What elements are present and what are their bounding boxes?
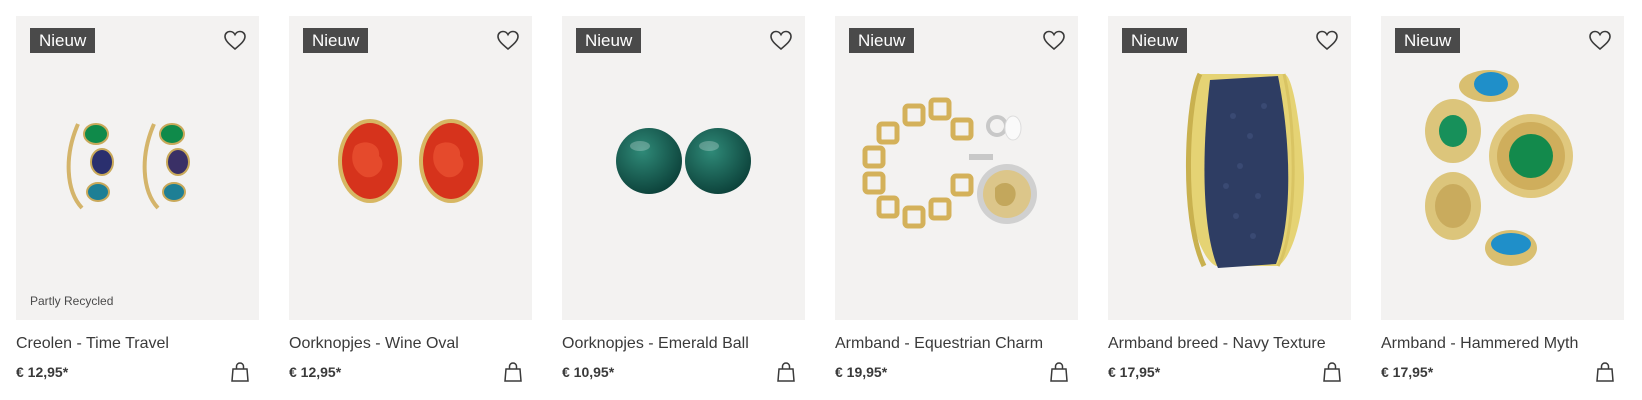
product-name[interactable]: Oorknopjes - Emerald Ball xyxy=(562,333,805,355)
heart-icon[interactable] xyxy=(1315,28,1339,52)
product-image xyxy=(66,123,190,210)
product-price: € 12,95* xyxy=(289,364,342,380)
heart-icon[interactable] xyxy=(496,28,520,52)
price-row: € 17,95* xyxy=(1381,361,1624,383)
product-image xyxy=(1425,70,1573,266)
shopping-bag-icon[interactable] xyxy=(1048,361,1070,383)
product-card[interactable]: Nieuw Partly Recycled Creolen - Time Tra… xyxy=(16,16,259,383)
new-badge: Nieuw xyxy=(30,28,96,53)
new-badge: Nieuw xyxy=(1122,28,1188,53)
product-name[interactable]: Armband - Hammered Myth xyxy=(1381,333,1624,355)
product-image-area[interactable]: Nieuw xyxy=(1381,16,1624,320)
product-price: € 10,95* xyxy=(562,364,615,380)
heart-icon[interactable] xyxy=(223,28,247,52)
price-row: € 12,95* xyxy=(16,361,259,383)
shopping-bag-icon[interactable] xyxy=(229,361,251,383)
shopping-bag-icon[interactable] xyxy=(1594,361,1616,383)
product-image xyxy=(862,97,1037,229)
product-image-area[interactable]: Nieuw xyxy=(1108,16,1351,320)
product-card[interactable]: Nieuw Oorknopjes - Emerald Ball € 10,95* xyxy=(562,16,805,383)
product-card[interactable]: Nieuw Oorknopjes - Wine Oval € 12,95* xyxy=(289,16,532,383)
product-image xyxy=(616,128,751,194)
product-card[interactable]: Nieuw Armband breed - Navy Texture € 17,… xyxy=(1108,16,1351,383)
product-name[interactable]: Creolen - Time Travel xyxy=(16,333,259,355)
new-badge: Nieuw xyxy=(1395,28,1461,53)
product-grid: Nieuw Partly Recycled Creolen - Time Tra… xyxy=(16,16,1624,383)
product-name[interactable]: Oorknopjes - Wine Oval xyxy=(289,333,532,355)
shopping-bag-icon[interactable] xyxy=(775,361,797,383)
product-image-area[interactable]: Nieuw xyxy=(835,16,1078,320)
price-row: € 17,95* xyxy=(1108,361,1351,383)
product-image xyxy=(338,119,483,203)
price-row: € 10,95* xyxy=(562,361,805,383)
shopping-bag-icon[interactable] xyxy=(502,361,524,383)
heart-icon[interactable] xyxy=(769,28,793,52)
product-image-area[interactable]: Nieuw Partly Recycled xyxy=(16,16,259,320)
product-name[interactable]: Armband breed - Navy Texture xyxy=(1108,333,1351,355)
sustainability-tag: Partly Recycled xyxy=(30,294,114,308)
shopping-bag-icon[interactable] xyxy=(1321,361,1343,383)
heart-icon[interactable] xyxy=(1042,28,1066,52)
product-image-area[interactable]: Nieuw xyxy=(562,16,805,320)
price-row: € 12,95* xyxy=(289,361,532,383)
heart-icon[interactable] xyxy=(1588,28,1612,52)
new-badge: Nieuw xyxy=(303,28,369,53)
product-price: € 12,95* xyxy=(16,364,69,380)
price-row: € 19,95* xyxy=(835,361,1078,383)
product-price: € 17,95* xyxy=(1381,364,1434,380)
product-card[interactable]: Nieuw Armband - Hammered Myth € 17,95* xyxy=(1381,16,1624,383)
product-price: € 17,95* xyxy=(1108,364,1161,380)
new-badge: Nieuw xyxy=(849,28,915,53)
product-price: € 19,95* xyxy=(835,364,888,380)
product-image xyxy=(1185,72,1304,268)
product-image-area[interactable]: Nieuw xyxy=(289,16,532,320)
product-card[interactable]: Nieuw Armband - Equestrian Charm € 19,95… xyxy=(835,16,1078,383)
product-name[interactable]: Armband - Equestrian Charm xyxy=(835,333,1078,355)
new-badge: Nieuw xyxy=(576,28,642,53)
